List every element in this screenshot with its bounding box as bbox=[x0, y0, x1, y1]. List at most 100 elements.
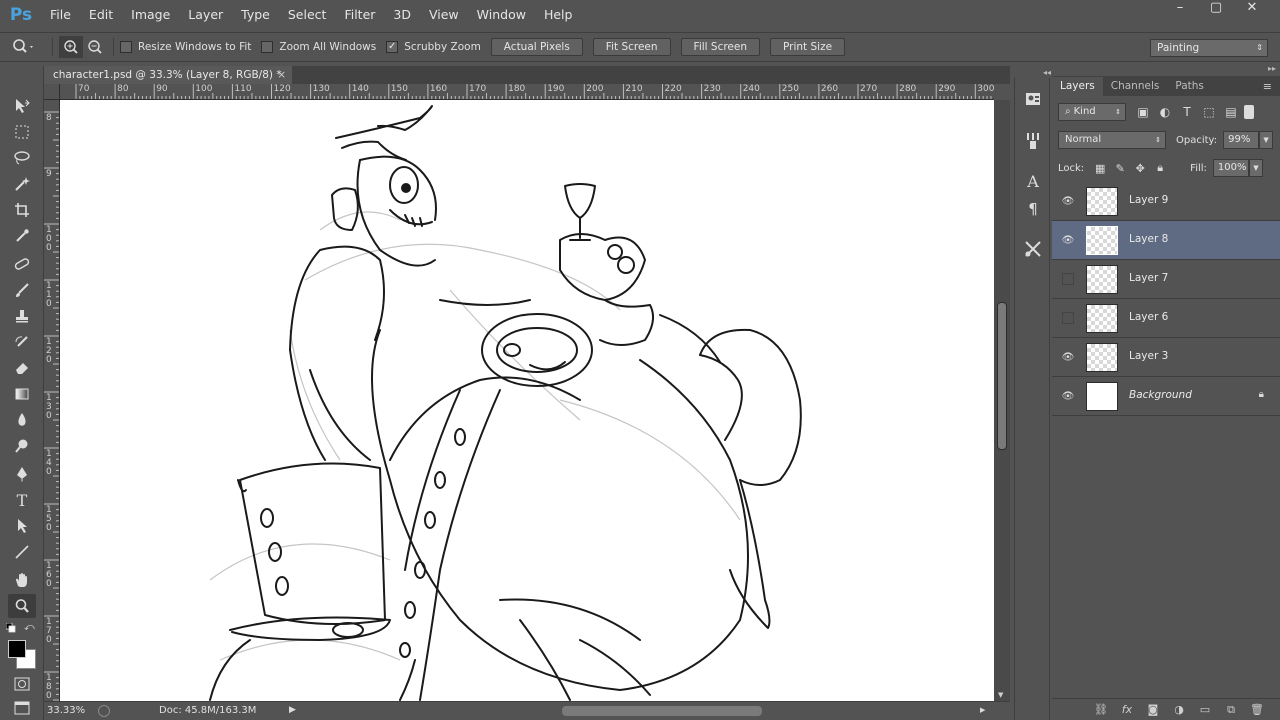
path-selection-tool-icon[interactable] bbox=[8, 514, 36, 538]
horizontal-scroll-thumb[interactable] bbox=[562, 706, 762, 716]
menu-help[interactable]: Help bbox=[536, 0, 583, 30]
layer-name[interactable]: Layer 8 bbox=[1129, 233, 1168, 245]
properties-panel-icon[interactable] bbox=[1020, 88, 1046, 110]
brush-presets-icon[interactable] bbox=[1020, 130, 1046, 152]
vertical-ruler[interactable]: 8 9 100 110 120 130 140 150 160 170 180 bbox=[44, 100, 60, 701]
fill-field[interactable]: 100% bbox=[1212, 159, 1249, 177]
resize-windows-checkbox[interactable]: Resize Windows to Fit bbox=[120, 41, 251, 53]
smart-object-filter-icon[interactable]: ▤ bbox=[1220, 105, 1242, 119]
quick-mask-icon[interactable] bbox=[8, 674, 36, 694]
clone-stamp-tool-icon[interactable] bbox=[8, 304, 36, 328]
zoom-level-field[interactable]: 33.33% bbox=[47, 705, 85, 716]
layer-thumbnail[interactable] bbox=[1086, 226, 1118, 255]
document-canvas[interactable] bbox=[60, 100, 994, 701]
menu-filter[interactable]: Filter bbox=[336, 0, 385, 30]
screen-mode-icon[interactable] bbox=[8, 698, 36, 718]
swap-colors-icon[interactable]: ⤺ bbox=[24, 622, 36, 634]
tool-presets-icon[interactable] bbox=[1020, 238, 1046, 260]
ruler-origin[interactable] bbox=[44, 84, 60, 100]
adjustment-filter-icon[interactable]: ◐ bbox=[1154, 105, 1176, 119]
add-mask-icon[interactable]: ◙ bbox=[1140, 703, 1166, 716]
link-layers-icon[interactable]: ⛓ bbox=[1088, 703, 1114, 716]
layer-row[interactable]: 👁︎ Layer 9 bbox=[1052, 182, 1280, 221]
visibility-toggle-off[interactable] bbox=[1062, 273, 1074, 285]
lock-position-icon[interactable]: ✥ bbox=[1130, 162, 1150, 175]
zoom-out-icon[interactable] bbox=[83, 36, 107, 58]
opacity-field[interactable]: 99% bbox=[1223, 131, 1260, 149]
marquee-tool-icon[interactable] bbox=[8, 120, 36, 144]
new-group-icon[interactable]: ▭ bbox=[1192, 703, 1218, 716]
scroll-thumb[interactable] bbox=[997, 302, 1007, 450]
layer-thumbnail[interactable] bbox=[1086, 382, 1118, 411]
layer-style-fx-icon[interactable]: fx bbox=[1114, 703, 1140, 716]
tab-channels[interactable]: Channels bbox=[1103, 77, 1168, 96]
layer-name[interactable]: Layer 9 bbox=[1129, 194, 1168, 206]
dodge-tool-icon[interactable] bbox=[8, 434, 36, 458]
fill-screen-button[interactable]: Fill Screen bbox=[680, 38, 761, 56]
collapse-dock-icon[interactable]: ◂◂ bbox=[1015, 68, 1051, 77]
type-filter-icon[interactable]: T bbox=[1176, 105, 1198, 119]
layer-name[interactable]: Background bbox=[1129, 389, 1192, 401]
checkbox-box[interactable] bbox=[120, 41, 132, 53]
pixel-filter-icon[interactable]: ▣ bbox=[1132, 105, 1154, 119]
zoom-in-icon[interactable] bbox=[59, 36, 83, 58]
layer-thumbnail[interactable] bbox=[1086, 265, 1118, 294]
hand-tool-icon[interactable] bbox=[8, 568, 36, 592]
lock-all-icon[interactable]: 🔒︎ bbox=[1150, 161, 1170, 175]
layer-row[interactable]: Layer 6 bbox=[1052, 299, 1280, 338]
menu-type[interactable]: Type bbox=[233, 0, 280, 30]
fit-screen-button[interactable]: Fit Screen bbox=[592, 38, 671, 56]
menu-view[interactable]: View bbox=[421, 0, 469, 30]
visibility-eye-icon[interactable]: 👁︎ bbox=[1060, 389, 1076, 403]
zoom-tool-preset-icon[interactable] bbox=[0, 36, 46, 58]
layer-row-background[interactable]: 👁︎ Background 🔒︎ bbox=[1052, 377, 1280, 416]
menu-file[interactable]: File bbox=[42, 0, 81, 30]
layer-row[interactable]: 👁︎ Layer 3 bbox=[1052, 338, 1280, 377]
maximize-button[interactable]: ▢ bbox=[1198, 0, 1234, 18]
brush-tool-icon[interactable] bbox=[8, 278, 36, 302]
menu-select[interactable]: Select bbox=[280, 0, 337, 30]
opacity-slider-icon[interactable]: ▼ bbox=[1259, 131, 1274, 149]
lasso-tool-icon[interactable] bbox=[8, 146, 36, 170]
layer-row[interactable]: Layer 7 bbox=[1052, 260, 1280, 299]
zoom-tool-icon[interactable] bbox=[8, 594, 36, 618]
line-tool-icon[interactable] bbox=[8, 540, 36, 564]
checkmark-icon[interactable]: ✓ bbox=[386, 41, 399, 53]
vertical-scrollbar[interactable]: ▼ bbox=[994, 100, 1010, 701]
menu-edit[interactable]: Edit bbox=[81, 0, 123, 30]
menu-window[interactable]: Window bbox=[469, 0, 536, 30]
menu-3d[interactable]: 3D bbox=[385, 0, 421, 30]
zoom-all-windows-checkbox[interactable]: Zoom All Windows bbox=[261, 41, 376, 53]
checkbox-box[interactable] bbox=[261, 41, 274, 53]
blur-tool-icon[interactable] bbox=[8, 408, 36, 432]
character-panel-icon[interactable]: A bbox=[1020, 170, 1046, 192]
close-button[interactable]: ✕ bbox=[1234, 0, 1270, 18]
healing-brush-tool-icon[interactable] bbox=[8, 252, 36, 276]
eraser-tool-icon[interactable] bbox=[8, 356, 36, 380]
close-tab-icon[interactable]: × bbox=[277, 66, 286, 84]
pen-tool-icon[interactable] bbox=[8, 462, 36, 486]
foreground-color-swatch[interactable] bbox=[8, 640, 26, 658]
crop-tool-icon[interactable] bbox=[8, 198, 36, 222]
layer-thumbnail[interactable] bbox=[1086, 304, 1118, 333]
magic-wand-tool-icon[interactable] bbox=[8, 172, 36, 196]
new-layer-icon[interactable]: ⧉ bbox=[1218, 703, 1244, 717]
document-tab[interactable]: character1.psd @ 33.3% (Layer 8, RGB/8) … bbox=[44, 66, 292, 84]
menu-layer[interactable]: Layer bbox=[180, 0, 233, 30]
actual-pixels-button[interactable]: Actual Pixels bbox=[490, 38, 583, 56]
tab-layers[interactable]: Layers bbox=[1052, 77, 1103, 96]
scroll-right-arrow-icon[interactable]: ▶ bbox=[980, 706, 985, 714]
filter-kind-dropdown[interactable]: ⌕ Kind ⇕ bbox=[1058, 103, 1126, 121]
layer-name[interactable]: Layer 3 bbox=[1129, 350, 1168, 362]
scroll-down-arrow-icon[interactable]: ▼ bbox=[998, 691, 1003, 699]
paragraph-panel-icon[interactable]: ¶ bbox=[1020, 198, 1046, 220]
gradient-tool-icon[interactable] bbox=[8, 382, 36, 406]
blend-mode-dropdown[interactable]: Normal ⇕ bbox=[1058, 131, 1166, 149]
scrubby-zoom-checkbox[interactable]: ✓ Scrubby Zoom bbox=[386, 41, 481, 53]
minimize-button[interactable]: – bbox=[1162, 0, 1198, 18]
panel-menu-icon[interactable]: ≡ bbox=[1263, 77, 1280, 96]
filter-toggle-icon[interactable] bbox=[1244, 105, 1254, 119]
default-colors-icon[interactable] bbox=[5, 622, 16, 633]
tab-paths[interactable]: Paths bbox=[1167, 77, 1212, 96]
collapse-panel-icon[interactable]: ▸▸ bbox=[1268, 64, 1276, 73]
